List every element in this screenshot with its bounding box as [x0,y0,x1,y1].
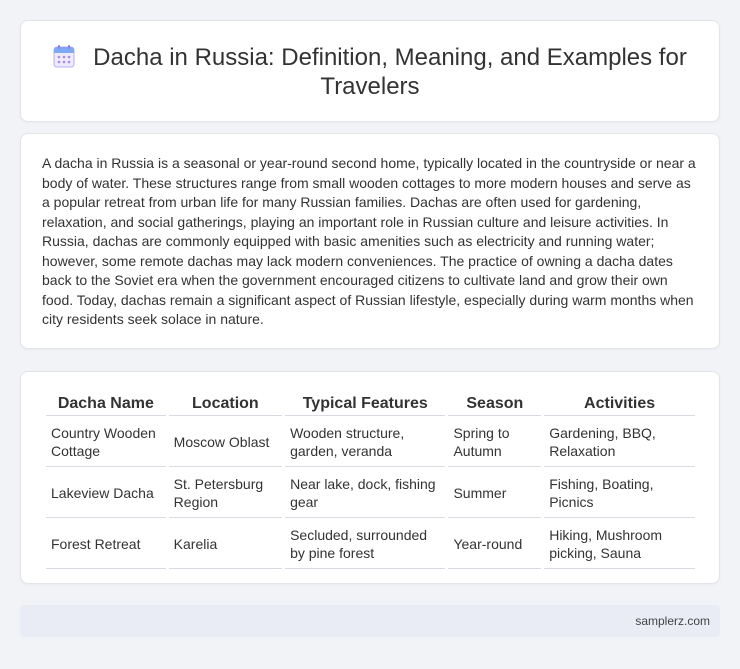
footer-site-link[interactable]: samplerz.com [635,614,710,628]
table-row: Country Wooden Cottage Moscow Oblast Woo… [46,416,695,467]
column-header-season: Season [448,392,542,416]
page-title: Dacha in Russia: Definition, Meaning, an… [93,44,687,100]
column-header-activities: Activities [544,392,695,416]
cell-season: Summer [448,467,542,518]
intro-paragraph: A dacha in Russia is a seasonal or year-… [42,155,696,327]
cell-location: Karelia [168,518,283,569]
intro-card: A dacha in Russia is a seasonal or year-… [20,133,720,349]
cell-activities: Hiking, Mushroom picking, Sauna [544,518,695,569]
column-header-dacha-name: Dacha Name [46,392,166,416]
dacha-table: Dacha Name Location Typical Features Sea… [43,392,698,569]
table-card: Dacha Name Location Typical Features Sea… [20,371,720,584]
cell-typical-features: Near lake, dock, fishing gear [285,467,446,518]
cell-location: St. Petersburg Region [168,467,283,518]
cell-dacha-name: Lakeview Dacha [46,467,166,518]
page-title-row: Dacha in Russia: Definition, Meaning, an… [51,43,689,101]
column-header-typical-features: Typical Features [285,392,446,416]
table-row: Forest Retreat Karelia Secluded, surroun… [46,518,695,569]
header-card: Dacha in Russia: Definition, Meaning, an… [20,20,720,122]
table-header-row: Dacha Name Location Typical Features Sea… [46,392,695,416]
cell-dacha-name: Forest Retreat [46,518,166,569]
cell-activities: Fishing, Boating, Picnics [544,467,695,518]
cell-typical-features: Wooden structure, garden, veranda [285,416,446,467]
cell-typical-features: Secluded, surrounded by pine forest [285,518,446,569]
cell-location: Moscow Oblast [168,416,283,467]
cell-dacha-name: Country Wooden Cottage [46,416,166,467]
cell-season: Year-round [448,518,542,569]
table-row: Lakeview Dacha St. Petersburg Region Nea… [46,467,695,518]
cell-activities: Gardening, BBQ, Relaxation [544,416,695,467]
footer-bar: samplerz.com [20,605,720,637]
column-header-location: Location [168,392,283,416]
cell-season: Spring to Autumn [448,416,542,467]
calendar-icon [53,45,75,68]
